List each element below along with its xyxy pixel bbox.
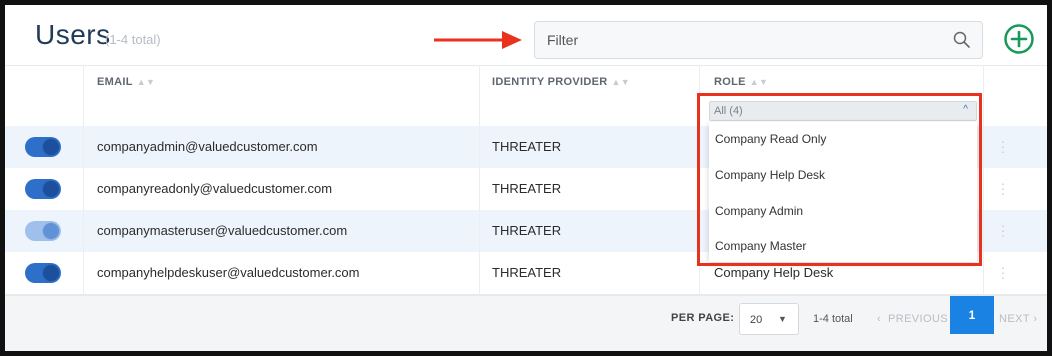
identity-provider: THREATER [492, 223, 562, 238]
pagination-bar: PER PAGE: 20 ▼ 1-4 total ‹ PREVIOUS 1 NE… [5, 295, 1047, 351]
identity-provider: THREATER [492, 181, 562, 196]
user-email: companyhelpdeskuser@valuedcustomer.com [97, 265, 360, 280]
column-header-email[interactable]: EMAIL ▲▼ [97, 76, 155, 88]
per-page-label: PER PAGE: [671, 312, 735, 324]
enabled-toggle[interactable] [25, 137, 61, 157]
user-count: (1-4 total) [105, 32, 161, 47]
app-frame: Users (1-4 total) Filter EMAIL ▲▼ IDENTIT… [0, 0, 1052, 356]
identity-provider: THREATER [492, 265, 562, 280]
annotation-arrow-icon [434, 31, 522, 49]
toggle-knob [43, 139, 59, 155]
toggle-knob [43, 223, 59, 239]
enabled-toggle[interactable] [25, 221, 61, 241]
enabled-toggle[interactable] [25, 263, 61, 283]
previous-page-button[interactable]: ‹ PREVIOUS [877, 313, 948, 325]
column-divider [479, 65, 480, 295]
per-page-value: 20 [750, 314, 763, 326]
toggle-knob [43, 181, 59, 197]
user-email: companymasteruser@valuedcustomer.com [97, 223, 348, 238]
column-header-identity-provider[interactable]: IDENTITY PROVIDER ▲▼ [492, 76, 630, 88]
column-divider [83, 65, 84, 295]
filter-placeholder: Filter [547, 32, 579, 48]
page-1-button[interactable]: 1 [950, 296, 994, 334]
add-user-button[interactable] [1003, 23, 1035, 55]
toggle-knob [43, 265, 59, 281]
total-count: 1-4 total [813, 313, 853, 325]
more-options-icon[interactable]: · · · [1000, 260, 1006, 284]
sort-icon[interactable]: ▲▼ [750, 77, 768, 87]
more-options-icon[interactable]: · · · [1000, 176, 1006, 200]
caret-down-icon: ▼ [778, 314, 787, 324]
search-icon[interactable] [952, 30, 972, 50]
per-page-select[interactable]: 20 ▼ [739, 303, 799, 335]
page-header: Users (1-4 total) Filter [5, 5, 1047, 65]
user-email: companyreadonly@valuedcustomer.com [97, 181, 333, 196]
sort-icon[interactable]: ▲▼ [612, 77, 630, 87]
column-divider [983, 65, 984, 295]
more-options-icon[interactable]: · · · [1000, 134, 1006, 158]
column-header-role[interactable]: ROLE ▲▼ [714, 76, 768, 88]
next-page-button[interactable]: NEXT › [999, 313, 1037, 325]
user-role: Company Help Desk [714, 265, 834, 280]
sort-icon[interactable]: ▲▼ [137, 77, 155, 87]
page-title: Users [35, 19, 111, 50]
user-email: companyadmin@valuedcustomer.com [97, 139, 318, 154]
filter-input[interactable]: Filter [534, 21, 983, 59]
identity-provider: THREATER [492, 139, 562, 154]
annotation-highlight-box [697, 93, 982, 266]
enabled-toggle[interactable] [25, 179, 61, 199]
more-options-icon[interactable]: · · · [1000, 218, 1006, 242]
